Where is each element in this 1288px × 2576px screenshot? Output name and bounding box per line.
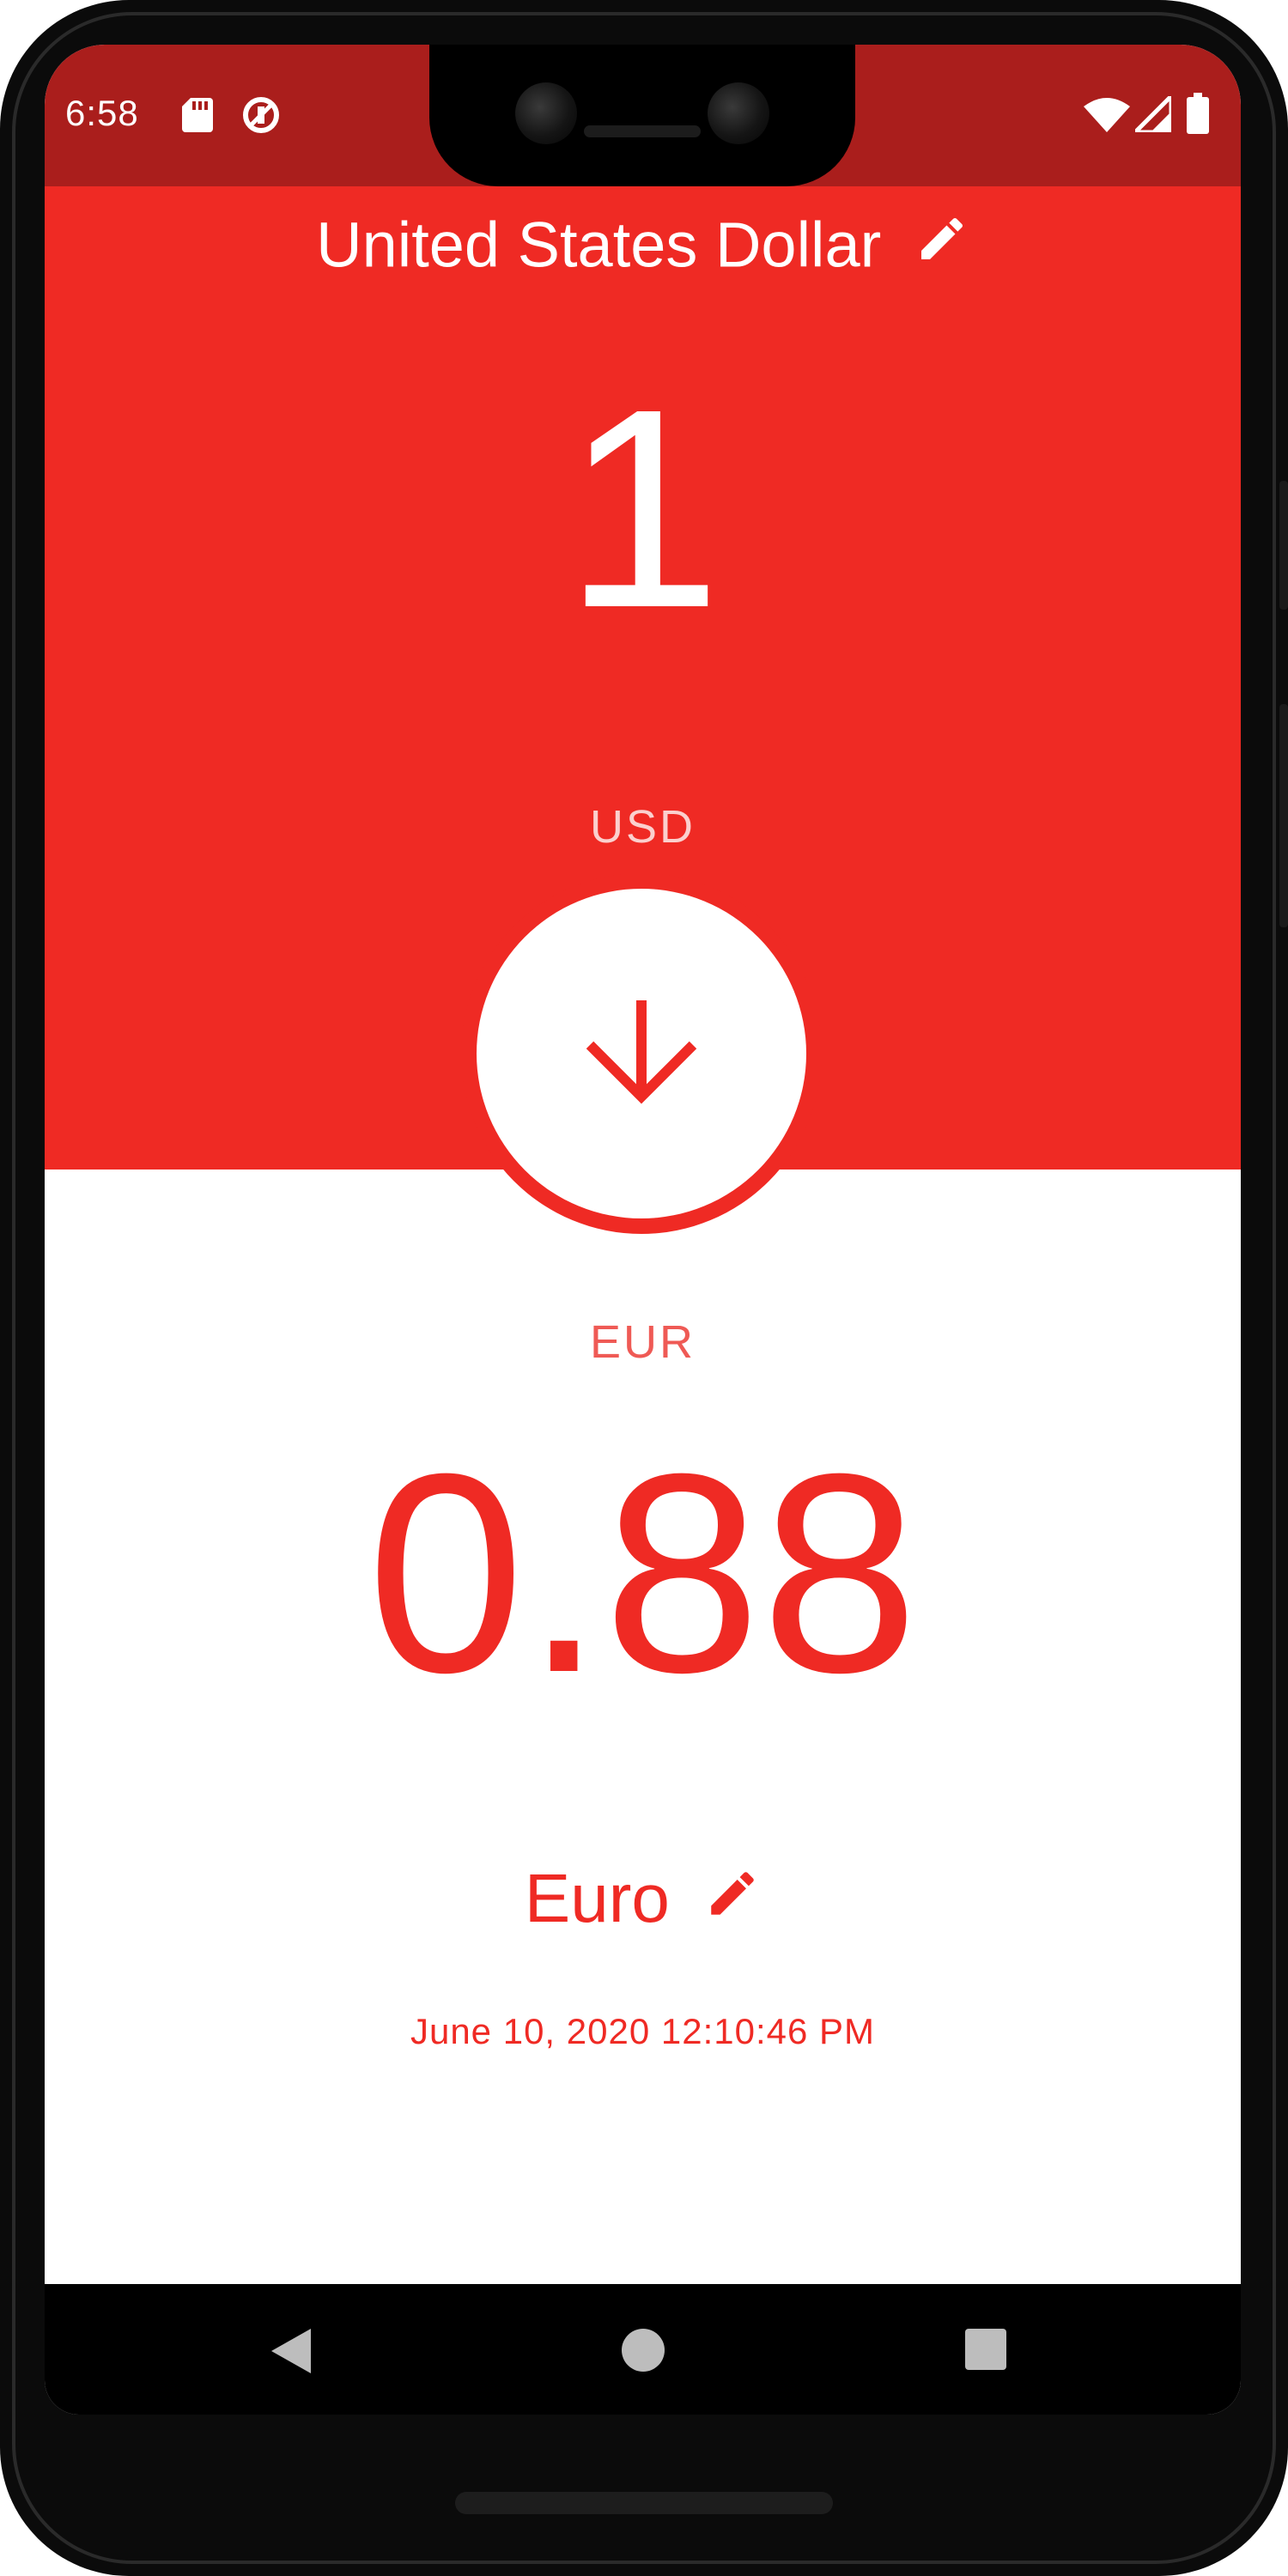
to-currency-code: EUR bbox=[589, 1316, 696, 1368]
from-currency-name: United States Dollar bbox=[316, 209, 882, 281]
front-camera-left bbox=[515, 82, 577, 144]
volume-button bbox=[1279, 481, 1288, 610]
from-currency-code: USD bbox=[589, 801, 696, 853]
from-amount[interactable]: 1 bbox=[45, 354, 1241, 663]
phone-frame: 6:58 United States Dollar 1 USD EUR 0.88… bbox=[0, 0, 1288, 2576]
front-camera-right bbox=[708, 82, 769, 144]
edit-to-currency-icon[interactable] bbox=[704, 1860, 761, 1937]
recents-icon[interactable] bbox=[963, 2327, 1008, 2376]
sd-card-icon bbox=[182, 98, 213, 137]
to-currency-name: Euro bbox=[524, 1859, 670, 1936]
navigation-bar bbox=[45, 2284, 1241, 2415]
edit-from-currency-icon[interactable] bbox=[914, 210, 969, 279]
wifi-icon bbox=[1084, 96, 1130, 137]
status-time: 6:58 bbox=[65, 93, 139, 133]
screen: 6:58 United States Dollar 1 USD EUR 0.88… bbox=[45, 45, 1241, 2415]
to-currency-name-row[interactable]: Euro bbox=[45, 1855, 1241, 1937]
camera-notch bbox=[429, 45, 855, 186]
swap-button[interactable] bbox=[461, 873, 822, 1234]
home-icon[interactable] bbox=[620, 2327, 666, 2378]
signal-icon bbox=[1129, 90, 1174, 137]
rate-timestamp: June 10, 2020 12:10:46 PM bbox=[410, 2011, 876, 2051]
power-button bbox=[1279, 704, 1288, 927]
data-saver-icon bbox=[240, 94, 282, 140]
from-currency-name-row[interactable]: United States Dollar bbox=[45, 206, 1241, 279]
to-amount: 0.88 bbox=[367, 1414, 919, 1731]
bottom-speaker bbox=[455, 2492, 833, 2514]
earpiece bbox=[584, 125, 701, 137]
battery-icon bbox=[1187, 93, 1209, 138]
arrow-down-icon bbox=[581, 992, 702, 1116]
back-icon[interactable] bbox=[270, 2327, 313, 2379]
swap-button-face[interactable] bbox=[477, 889, 806, 1218]
